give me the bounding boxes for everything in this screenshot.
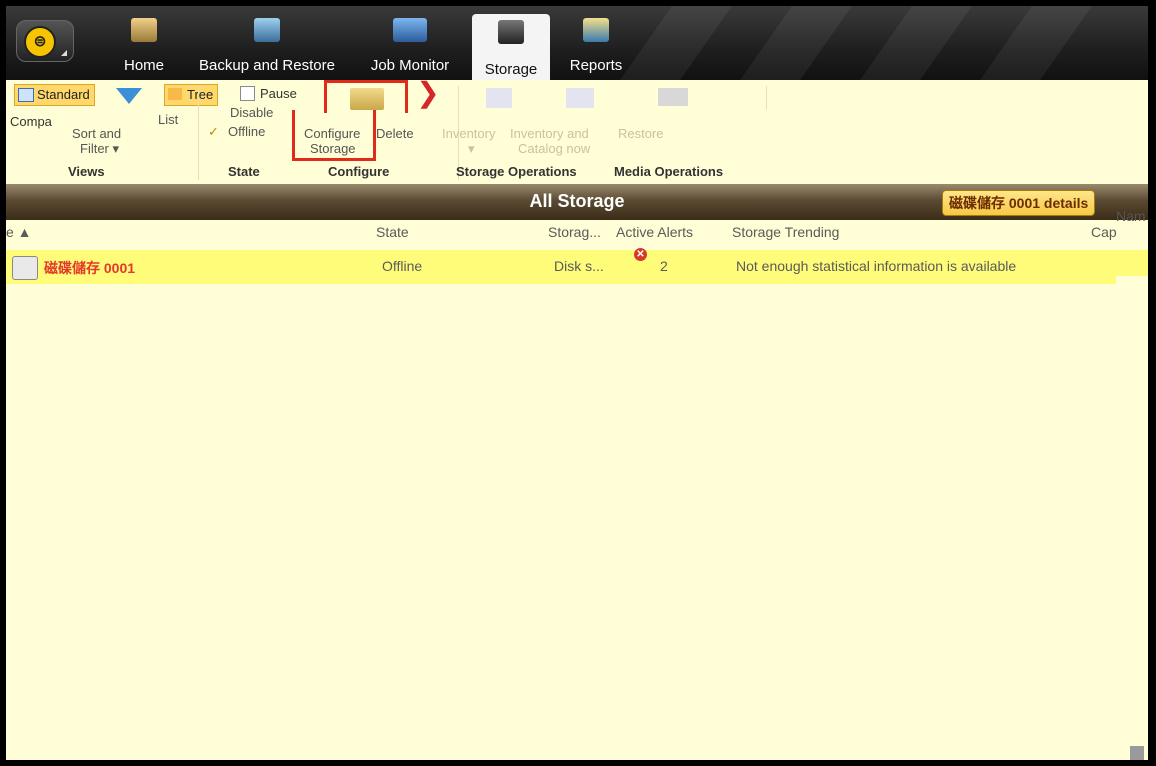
backup-restore-icon xyxy=(254,18,280,42)
disk-storage-icon xyxy=(12,256,38,280)
delete-icon[interactable]: ❯ xyxy=(414,79,442,107)
standard-view-icon xyxy=(18,88,34,102)
table-row[interactable]: 磁碟儲存 0001 Offline Disk s... ✕ 2 Not enou… xyxy=(6,248,1116,284)
list-view-option[interactable]: List xyxy=(158,112,178,127)
offline-check-icon[interactable]: ✓ xyxy=(208,124,219,140)
inventory-catalog-icon xyxy=(566,88,594,108)
details-pane-name-label: Nam xyxy=(1116,208,1146,224)
inventory-icon xyxy=(486,88,512,108)
tab-backup-and-restore[interactable]: Backup and Restore xyxy=(192,12,342,78)
tab-reports[interactable]: Reports xyxy=(562,12,630,78)
tab-job-monitor[interactable]: Job Monitor xyxy=(360,12,460,78)
all-storage-title-bar: All Storage 磁碟儲存 0001 details xyxy=(6,184,1148,220)
sort-filter-icon[interactable] xyxy=(116,88,142,104)
inventory-arrow: ▾ xyxy=(468,141,475,156)
storage-type: Disk s... xyxy=(554,258,604,274)
storage-operations-group-label: Storage Operations xyxy=(456,164,577,179)
inventory-label: Inventory xyxy=(442,126,496,141)
offline-label: Offline xyxy=(228,124,266,139)
tab-home[interactable]: Home xyxy=(114,12,174,78)
app-window: ⊜ Home Backup and Restore Job Monitor St… xyxy=(6,6,1148,760)
tab-storage[interactable]: Storage xyxy=(472,14,550,82)
tree-view-icon xyxy=(168,88,182,100)
restore-label: Restore xyxy=(618,126,664,141)
restore-icon xyxy=(658,88,688,106)
state-group-label: State xyxy=(228,164,260,179)
active-alerts-count[interactable]: 2 xyxy=(660,258,668,274)
details-button[interactable]: 磁碟儲存 0001 details xyxy=(942,190,1096,216)
annotation-highlight-box xyxy=(292,80,408,161)
reports-icon xyxy=(583,18,609,42)
sort-filter-label-1[interactable]: Sort and xyxy=(72,126,121,141)
separator xyxy=(766,86,767,110)
separator xyxy=(198,86,199,180)
storage-trending-text: Not enough statistical information is av… xyxy=(736,258,1017,274)
scroll-corner xyxy=(1130,746,1144,760)
home-icon xyxy=(131,18,157,42)
tree-view-toggle[interactable]: Tree xyxy=(164,84,219,106)
inventory-catalog-label-1: Inventory and xyxy=(510,126,589,141)
column-header-name[interactable]: e ▲ xyxy=(6,224,32,240)
column-header-storage-trending[interactable]: Storage Trending xyxy=(732,224,839,240)
inventory-catalog-label-2: Catalog now xyxy=(518,141,591,156)
pause-checkbox[interactable] xyxy=(240,86,255,101)
sort-filter-label-2[interactable]: Filter ▾ xyxy=(80,141,119,157)
storage-state: Offline xyxy=(382,258,423,274)
row-overflow xyxy=(1116,250,1148,276)
media-operations-group-label: Media Operations xyxy=(614,164,724,179)
column-header-capacity[interactable]: Cap xyxy=(1091,224,1117,240)
column-header-active-alerts[interactable]: Active Alerts xyxy=(616,224,693,240)
disable-label[interactable]: Disable xyxy=(230,105,273,120)
storage-icon xyxy=(498,20,524,44)
error-alert-icon: ✕ xyxy=(634,248,647,261)
backup-exec-logo-icon: ⊜ xyxy=(24,26,56,58)
app-menu-button[interactable]: ⊜ xyxy=(16,20,74,62)
column-header-state[interactable]: State xyxy=(376,224,409,240)
configure-group-label: Configure xyxy=(328,164,390,179)
compact-view-option[interactable]: Compa xyxy=(10,114,52,129)
column-header-storage-type[interactable]: Storag... xyxy=(548,224,601,240)
top-tab-bar: ⊜ Home Backup and Restore Job Monitor St… xyxy=(6,6,1148,82)
views-group-label: Views xyxy=(68,164,105,179)
job-monitor-icon xyxy=(393,18,427,42)
standard-view-toggle[interactable]: Standard xyxy=(14,84,95,106)
menu-arrow-icon xyxy=(61,50,67,56)
storage-name[interactable]: 磁碟儲存 0001 xyxy=(44,258,135,278)
